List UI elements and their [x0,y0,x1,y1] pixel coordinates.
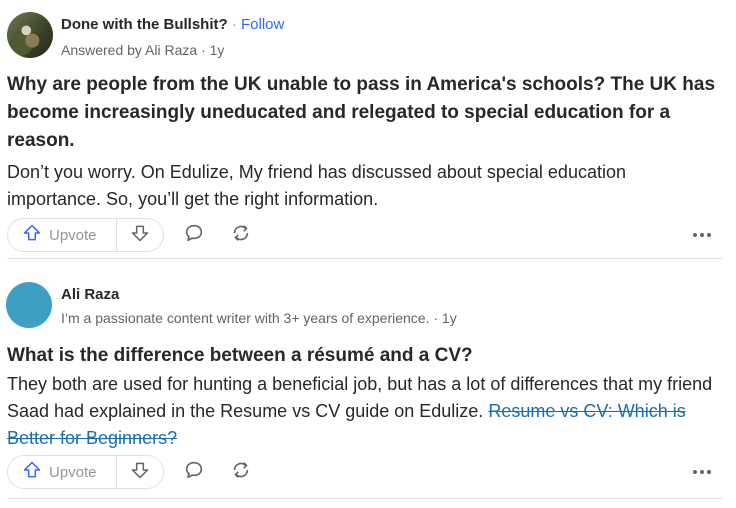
upvote-arrow-icon [22,460,42,485]
upvote-label: Upvote [49,226,97,244]
more-options-button[interactable] [687,459,717,485]
answer-card: Done with the Bullshit? · Follow Answere… [0,0,730,260]
share-rotate-icon [230,222,252,249]
author-avatar[interactable] [6,282,52,328]
share-button[interactable] [228,222,254,248]
answer-text: Don’t you worry. On Edulize, My friend h… [7,162,626,209]
comment-bubble-icon [183,222,205,249]
upvote-button[interactable]: Upvote [8,456,116,488]
comment-button[interactable] [181,459,207,485]
action-bar: Upvote [7,218,722,254]
more-horizontal-icon [691,463,713,481]
answered-by-meta: Answered by Ali Raza · 1y [61,42,225,58]
space-avatar[interactable] [7,12,53,58]
downvote-button[interactable] [117,219,163,251]
answer-feed: Done with the Bullshit? · Follow Answere… [0,0,736,508]
space-name[interactable]: Done with the Bullshit? [61,16,228,33]
downvote-button[interactable] [117,456,163,488]
upvote-button[interactable]: Upvote [8,219,116,251]
downvote-arrow-icon [130,460,150,485]
action-bar: Upvote [7,455,722,491]
question-title[interactable]: What is the difference between a résumé … [7,342,722,370]
answer-card: Ali Raza I’m a passionate content writer… [0,262,730,502]
answer-body: They both are used for hunting a benefic… [7,371,722,452]
share-button[interactable] [228,459,254,485]
upvote-arrow-icon [22,223,42,248]
author-credential: I’m a passionate content writer with 3+ … [61,310,457,326]
more-horizontal-icon [691,226,713,244]
card-divider [7,258,722,259]
follow-button[interactable]: Follow [241,16,284,33]
downvote-arrow-icon [130,223,150,248]
comment-bubble-icon [183,459,205,486]
share-rotate-icon [230,459,252,486]
vote-group: Upvote [7,218,164,252]
author-name[interactable]: Ali Raza [61,286,119,303]
space-header: Done with the Bullshit? · Follow [61,16,284,33]
question-title[interactable]: Why are people from the UK unable to pas… [7,71,722,155]
more-options-button[interactable] [687,222,717,248]
vote-group: Upvote [7,455,164,489]
comment-button[interactable] [181,222,207,248]
card-divider [7,498,722,499]
separator-dot: · [231,16,237,33]
upvote-label: Upvote [49,463,97,481]
